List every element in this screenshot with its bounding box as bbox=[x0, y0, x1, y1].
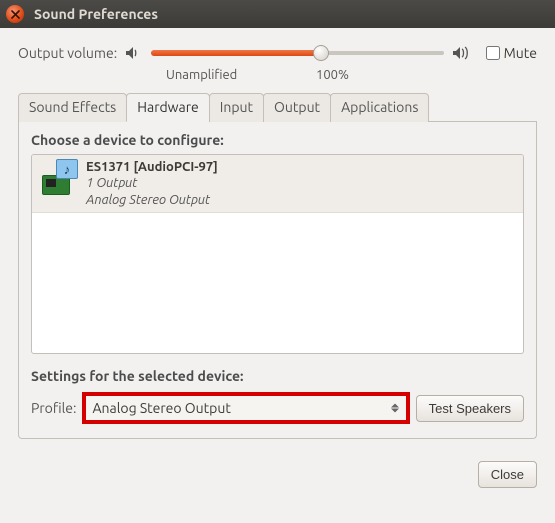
test-speakers-button[interactable]: Test Speakers bbox=[416, 395, 524, 422]
output-volume-slider[interactable] bbox=[151, 42, 443, 64]
tab-hardware[interactable]: Hardware bbox=[126, 93, 210, 122]
device-list[interactable]: ♪ ES1371 [AudioPCI-97] 1 Output Analog S… bbox=[31, 154, 524, 354]
scale-unamplified: Unamplified bbox=[166, 68, 316, 82]
close-button[interactable]: Close bbox=[478, 461, 537, 488]
speaker-low-icon bbox=[125, 45, 143, 61]
chevron-updown-icon bbox=[390, 404, 400, 413]
tab-output[interactable]: Output bbox=[263, 93, 331, 122]
device-profile: Analog Stereo Output bbox=[86, 192, 218, 208]
tabs: Sound Effects Hardware Input Output Appl… bbox=[18, 92, 537, 122]
settings-label: Settings for the selected device: bbox=[31, 368, 524, 384]
tab-applications[interactable]: Applications bbox=[330, 93, 429, 122]
scale-100: 100% bbox=[316, 68, 349, 82]
choose-device-label: Choose a device to configure: bbox=[31, 132, 524, 148]
sound-card-icon: ♪ bbox=[38, 159, 78, 199]
mute-checkbox[interactable]: Mute bbox=[486, 45, 537, 61]
output-volume-row: Output volume: Mute bbox=[18, 42, 537, 64]
tab-input[interactable]: Input bbox=[209, 93, 264, 122]
volume-scale: Unamplified 100% bbox=[18, 68, 537, 82]
device-outputs: 1 Output bbox=[86, 175, 218, 191]
mute-checkbox-input[interactable] bbox=[486, 46, 500, 60]
profile-select-value: Analog Stereo Output bbox=[92, 400, 230, 416]
output-volume-label: Output volume: bbox=[18, 45, 117, 61]
profile-select[interactable]: Analog Stereo Output bbox=[82, 392, 409, 424]
device-item[interactable]: ♪ ES1371 [AudioPCI-97] 1 Output Analog S… bbox=[32, 155, 523, 213]
titlebar: Sound Preferences bbox=[0, 0, 555, 28]
tab-sound-effects[interactable]: Sound Effects bbox=[18, 93, 127, 122]
tab-panel-hardware: Choose a device to configure: ♪ ES1371 [… bbox=[18, 122, 537, 439]
speaker-high-icon bbox=[452, 45, 472, 61]
window-title: Sound Preferences bbox=[34, 6, 158, 22]
mute-label: Mute bbox=[504, 45, 537, 61]
device-name: ES1371 [AudioPCI-97] bbox=[86, 159, 218, 175]
close-icon[interactable] bbox=[6, 5, 24, 23]
profile-label: Profile: bbox=[31, 400, 76, 416]
